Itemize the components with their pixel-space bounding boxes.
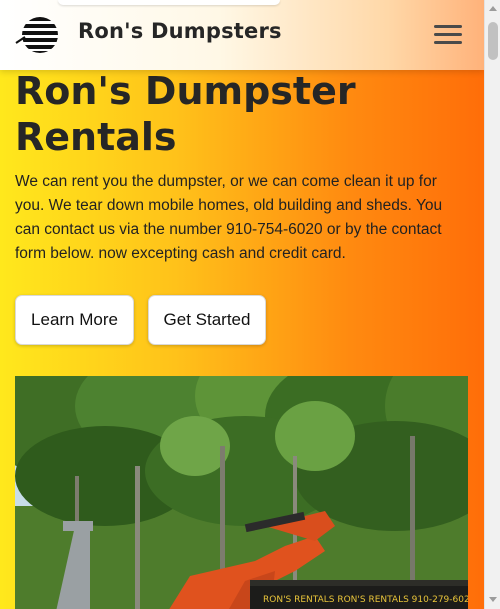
striped-circle-logo-icon[interactable] xyxy=(15,15,59,55)
scroll-up-arrow-icon[interactable] xyxy=(489,6,497,11)
get-started-button[interactable]: Get Started xyxy=(148,295,266,345)
header-search-strip xyxy=(58,0,280,5)
hamburger-menu-icon[interactable] xyxy=(434,23,462,47)
vertical-scrollbar[interactable] xyxy=(484,0,500,609)
hero-photo: RON'S RENTALS RON'S RENTALS 910-279-6020 xyxy=(15,376,468,609)
hamburger-line xyxy=(434,33,462,36)
hamburger-line xyxy=(434,25,462,28)
brand-name[interactable]: Ron's Dumpsters xyxy=(78,19,282,43)
learn-more-button[interactable]: Learn More xyxy=(15,295,134,345)
scroll-down-arrow-icon[interactable] xyxy=(489,597,497,602)
hero-title: Ron's Dumpster Rentals xyxy=(15,69,356,159)
hamburger-line xyxy=(434,41,462,44)
photo-sign-text: RON'S RENTALS RON'S RENTALS 910-279-6020 xyxy=(263,595,468,605)
site-header: Ron's Dumpsters xyxy=(0,0,484,70)
page: Ron's Dumpsters Ron's Dumpster Rentals W… xyxy=(0,0,484,609)
hero-description: We can rent you the dumpster, or we can … xyxy=(15,173,443,262)
scroll-thumb[interactable] xyxy=(488,22,498,60)
